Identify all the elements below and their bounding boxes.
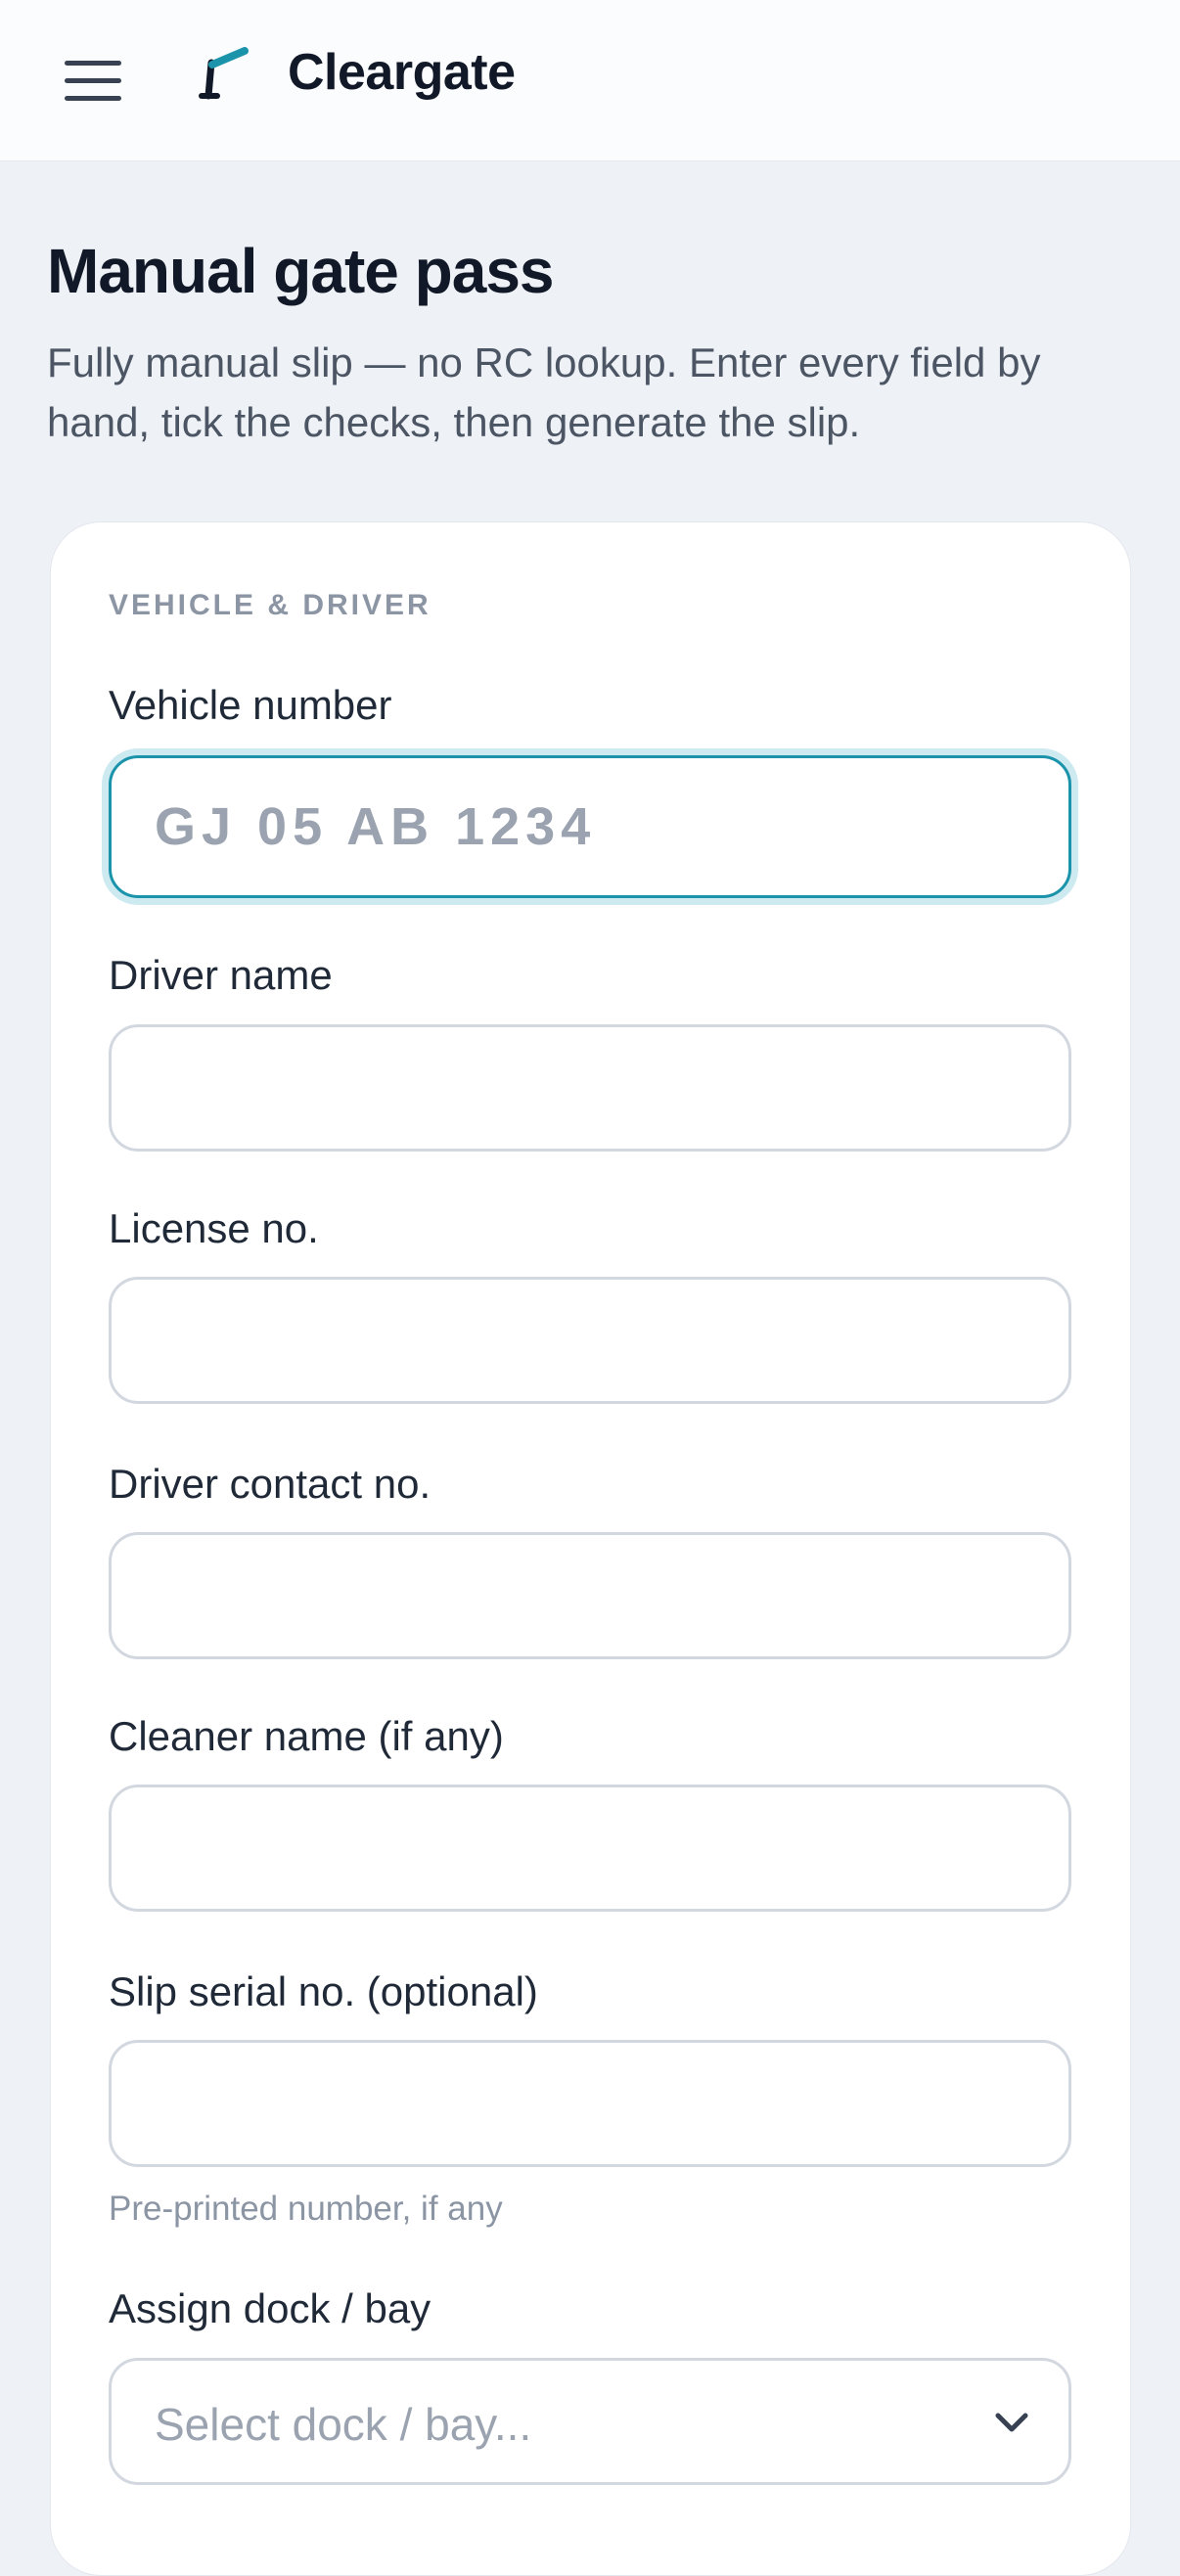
gate-barrier-icon xyxy=(199,47,249,100)
chevron-down-icon xyxy=(995,2413,1028,2432)
driver-contact-label: Driver contact no. xyxy=(109,1461,431,1507)
cleaner-name-label: Cleaner name (if any) xyxy=(109,1713,504,1759)
license-no-input[interactable] xyxy=(109,1277,1071,1404)
vehicle-number-input[interactable] xyxy=(109,755,1071,898)
driver-name-input[interactable] xyxy=(109,1024,1071,1152)
brand-name[interactable]: Cleargate xyxy=(288,43,516,102)
cleaner-name-input[interactable] xyxy=(109,1785,1071,1912)
page-subtitle: Fully manual slip — no RC lookup. Enter … xyxy=(47,339,1041,445)
slip-serial-help-text: Pre-printed number, if any xyxy=(109,2190,503,2228)
slip-serial-label: Slip serial no. (optional) xyxy=(109,1968,538,2014)
section-title: VEHICLE & DRIVER xyxy=(109,589,431,621)
slip-serial-input[interactable] xyxy=(109,2040,1071,2167)
driver-name-label: Driver name xyxy=(109,952,333,998)
dock-label: Assign dock / bay xyxy=(109,2285,431,2331)
driver-contact-input[interactable] xyxy=(109,1532,1071,1659)
license-no-label: License no. xyxy=(109,1205,319,1251)
dock-select[interactable]: Select dock / bay... xyxy=(109,2358,1071,2485)
top-bar: Cleargate xyxy=(0,0,1180,161)
hamburger-menu-icon[interactable] xyxy=(59,57,123,106)
vehicle-number-label: Vehicle number xyxy=(109,682,392,728)
page-title: Manual gate pass xyxy=(47,236,554,306)
dock-select-placeholder: Select dock / bay... xyxy=(155,2399,532,2450)
